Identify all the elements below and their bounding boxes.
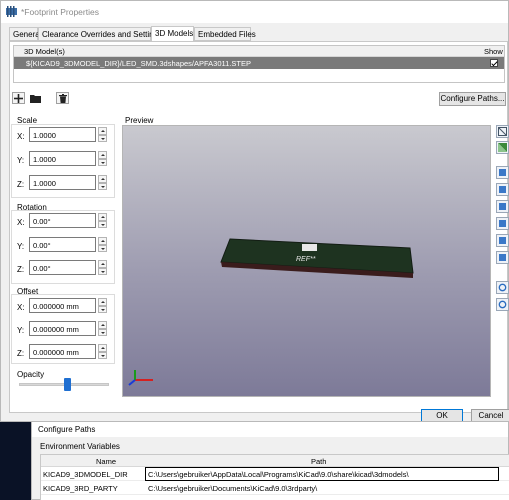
browse-model-button[interactable] <box>29 92 42 104</box>
material-icon[interactable] <box>496 141 509 154</box>
view-iso-icon[interactable] <box>496 166 509 179</box>
show-checkbox[interactable] <box>490 59 498 67</box>
ref-designator: REF** <box>296 256 316 263</box>
folder-icon <box>30 94 41 103</box>
configure-paths-button[interactable]: Configure Paths... <box>439 92 506 106</box>
col-show-header: Show <box>484 47 503 56</box>
add-model-button[interactable] <box>12 92 25 104</box>
table-row[interactable]: ${KICAD9_3DMODEL_DIR}/LED_SMD.3dshapes/A… <box>14 57 504 69</box>
opacity-label: Opacity <box>17 370 45 379</box>
axis-gizmo-icon <box>128 370 153 386</box>
offset-x-label: X: <box>17 303 25 312</box>
offset-z-field[interactable]: 0.000000 mm <box>29 344 96 359</box>
view-back-icon[interactable] <box>496 200 509 213</box>
window-title: *Footprint Properties <box>21 7 99 17</box>
grid-header: 3D Model(s) Show <box>14 46 504 57</box>
view-front-icon[interactable] <box>496 183 509 196</box>
rotation-y-spinner[interactable] <box>98 237 107 252</box>
plus-icon <box>14 93 23 103</box>
scale-z-field[interactable]: 1.0000 <box>29 175 96 190</box>
opacity-slider-thumb[interactable] <box>64 378 71 391</box>
model-path: ${KICAD9_3DMODEL_DIR}/LED_SMD.3dshapes/A… <box>26 59 251 68</box>
rotation-z-field[interactable]: 0.00° <box>29 260 96 275</box>
offset-z-label: Z: <box>17 349 25 358</box>
scale-z-label: Z: <box>17 180 25 189</box>
title-bar: *Footprint Properties <box>1 1 508 23</box>
tab-general[interactable]: General <box>9 27 41 41</box>
offset-y-spinner[interactable] <box>98 321 107 336</box>
rotation-x-label: X: <box>17 218 25 227</box>
rotation-z-spinner[interactable] <box>98 260 107 275</box>
rotation-x-spinner[interactable] <box>98 213 107 228</box>
env-name: KICAD9_3DMODEL_DIR <box>43 470 128 479</box>
table-row[interactable]: KICAD9_3RD_PARTY C:\Users\gebruiker\Docu… <box>41 481 509 495</box>
3d-preview-canvas[interactable]: REF** <box>122 125 491 397</box>
env-path[interactable]: C:\Users\gebruiker\AppData\Local\Program… <box>148 470 409 479</box>
reload-icon[interactable] <box>496 281 509 294</box>
col-path-header: Path <box>311 457 327 466</box>
scale-x-spinner[interactable] <box>98 127 107 142</box>
scale-x-label: X: <box>17 132 25 141</box>
trash-icon <box>58 93 67 103</box>
tab-embedded-files[interactable]: Embedded Files <box>194 27 256 41</box>
scale-y-field[interactable]: 1.0000 <box>29 151 96 166</box>
view-top-icon[interactable] <box>496 217 509 230</box>
offset-y-field[interactable]: 0.000000 mm <box>29 321 96 336</box>
scale-x-field[interactable]: 1.0000 <box>29 127 96 142</box>
env-table-header: Name Path <box>41 455 509 467</box>
kicad-app-icon <box>6 6 17 17</box>
col-model-header: 3D Model(s) <box>24 47 65 56</box>
offset-y-label: Y: <box>17 326 25 335</box>
dialog-title: Configure Paths <box>32 422 508 437</box>
rotation-x-field[interactable]: 0.00° <box>29 213 96 228</box>
rotate-icon[interactable] <box>496 298 509 311</box>
scale-y-spinner[interactable] <box>98 151 107 166</box>
offset-z-spinner[interactable] <box>98 344 107 359</box>
scale-z-spinner[interactable] <box>98 175 107 190</box>
env-name: KICAD9_3RD_PARTY <box>43 484 118 493</box>
view-left-icon[interactable] <box>496 251 509 264</box>
footprint-properties-window: *Footprint Properties General Clearance … <box>0 0 509 423</box>
view-bottom-icon[interactable] <box>496 234 509 247</box>
rotation-z-label: Z: <box>17 265 25 274</box>
col-name-header: Name <box>96 457 117 466</box>
models-grid: 3D Model(s) Show ${KICAD9_3DMODEL_DIR}/L… <box>13 45 505 83</box>
configure-paths-dialog: Configure Paths Environment Variables Na… <box>31 421 509 500</box>
preview-label: Preview <box>125 116 154 125</box>
rotation-y-field[interactable]: 0.00° <box>29 237 96 252</box>
rotation-y-label: Y: <box>17 242 25 251</box>
offset-x-spinner[interactable] <box>98 298 107 313</box>
env-vars-label: Environment Variables <box>40 442 120 451</box>
tab-clearance-overrides[interactable]: Clearance Overrides and Settings <box>38 27 162 41</box>
env-vars-table: Name Path KICAD9_3DMODEL_DIR C:\Users\ge… <box>40 454 509 500</box>
bounding-box-icon[interactable] <box>496 125 509 138</box>
scale-y-label: Y: <box>17 156 25 165</box>
env-path[interactable]: C:\Users\gebruiker\Documents\KiCad\9.0\3… <box>148 484 317 493</box>
delete-model-button[interactable] <box>56 92 69 104</box>
table-row[interactable]: KICAD9_3DMODEL_DIR C:\Users\gebruiker\Ap… <box>41 467 509 481</box>
offset-x-field[interactable]: 0.000000 mm <box>29 298 96 313</box>
smd-component-marker <box>302 244 317 251</box>
tab-3d-models[interactable]: 3D Models <box>151 26 194 41</box>
footprint-3d-model: REF** <box>128 238 414 386</box>
